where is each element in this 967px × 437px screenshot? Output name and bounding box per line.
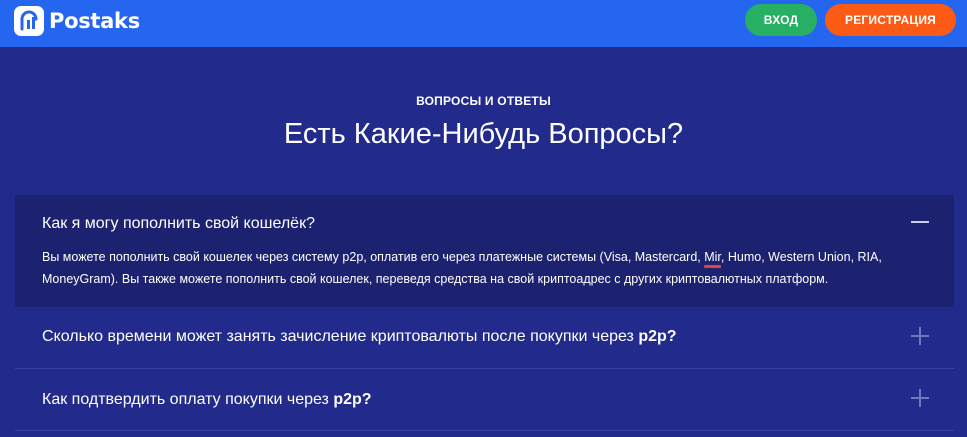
brand-name: Postaks [49, 9, 140, 33]
question-bold: p2p? [638, 328, 677, 345]
brand-logo[interactable]: Postaks [14, 6, 140, 36]
question-text: Сколько времени может занять зачисление … [42, 328, 634, 345]
answer-text-start: Вы можете пополнить свой кошелек через с… [42, 250, 705, 264]
plus-icon[interactable] [911, 389, 929, 407]
faq-item-expanded[interactable]: Как я могу пополнить свой кошелёк? Вы мо… [15, 195, 954, 307]
faq-item-collapsed[interactable]: Как подтвердить оплату покупки через p2p… [15, 369, 954, 431]
question-text: Как подтвердить оплату покупки через [42, 391, 329, 408]
register-button[interactable]: РЕГИСТРАЦИЯ [825, 4, 956, 36]
question-bold: p2p? [333, 391, 372, 408]
faq-question[interactable]: Как я могу пополнить свой кошелёк? [42, 215, 315, 233]
faq-answer: Вы можете пополнить свой кошелек через с… [42, 246, 932, 290]
top-header: Postaks ВХОД РЕГИСТРАЦИЯ [0, 0, 967, 47]
section-title: Есть Какие-Нибудь Вопросы? [283, 118, 684, 150]
answer-highlight: Mir [704, 250, 721, 264]
login-button[interactable]: ВХОД [745, 4, 817, 36]
faq-item-collapsed[interactable]: Сколько времени может занять зачисление … [15, 307, 954, 369]
plus-icon[interactable] [911, 327, 929, 345]
section-eyebrow: ВОПРОСЫ И ОТВЕТЫ [416, 94, 551, 108]
faq-question[interactable]: Как подтвердить оплату покупки через p2p… [42, 391, 372, 409]
minus-icon[interactable] [911, 213, 929, 231]
faq-question[interactable]: Сколько времени может занять зачисление … [42, 328, 677, 346]
chart-logo-icon [14, 6, 44, 36]
